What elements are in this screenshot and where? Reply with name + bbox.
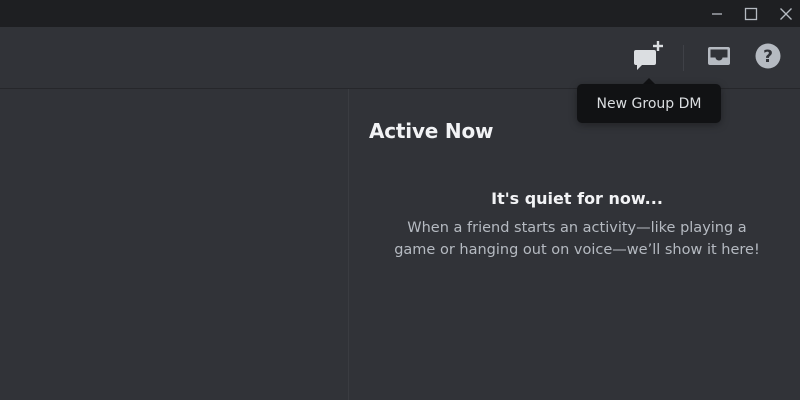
svg-text:?: ?: [763, 47, 773, 67]
minimize-icon: [710, 7, 724, 21]
active-now-title: Active Now: [369, 119, 494, 143]
new-group-dm-icon: [630, 39, 666, 78]
maximize-icon: [744, 7, 758, 21]
empty-state-description: When a friend starts an activity—like pl…: [394, 220, 760, 258]
inbox-icon: [707, 45, 731, 72]
new-group-dm-tooltip: New Group DM: [577, 84, 721, 123]
window-titlebar: [0, 0, 800, 27]
active-now-panel: Active Now It's quiet for now... When a …: [349, 89, 800, 400]
maximize-button[interactable]: [731, 0, 771, 27]
header-divider: [683, 45, 684, 71]
tooltip-text: New Group DM: [596, 95, 702, 112]
help-button[interactable]: ?: [753, 43, 783, 73]
inbox-button[interactable]: [704, 44, 734, 72]
help-icon: ?: [755, 43, 781, 74]
close-window-button[interactable]: [766, 0, 800, 27]
friends-list-panel: [0, 89, 348, 400]
friends-header: [0, 27, 800, 89]
new-group-dm-button[interactable]: [628, 40, 668, 76]
close-icon: [779, 7, 793, 21]
empty-state-title: It's quiet for now...: [491, 189, 663, 208]
